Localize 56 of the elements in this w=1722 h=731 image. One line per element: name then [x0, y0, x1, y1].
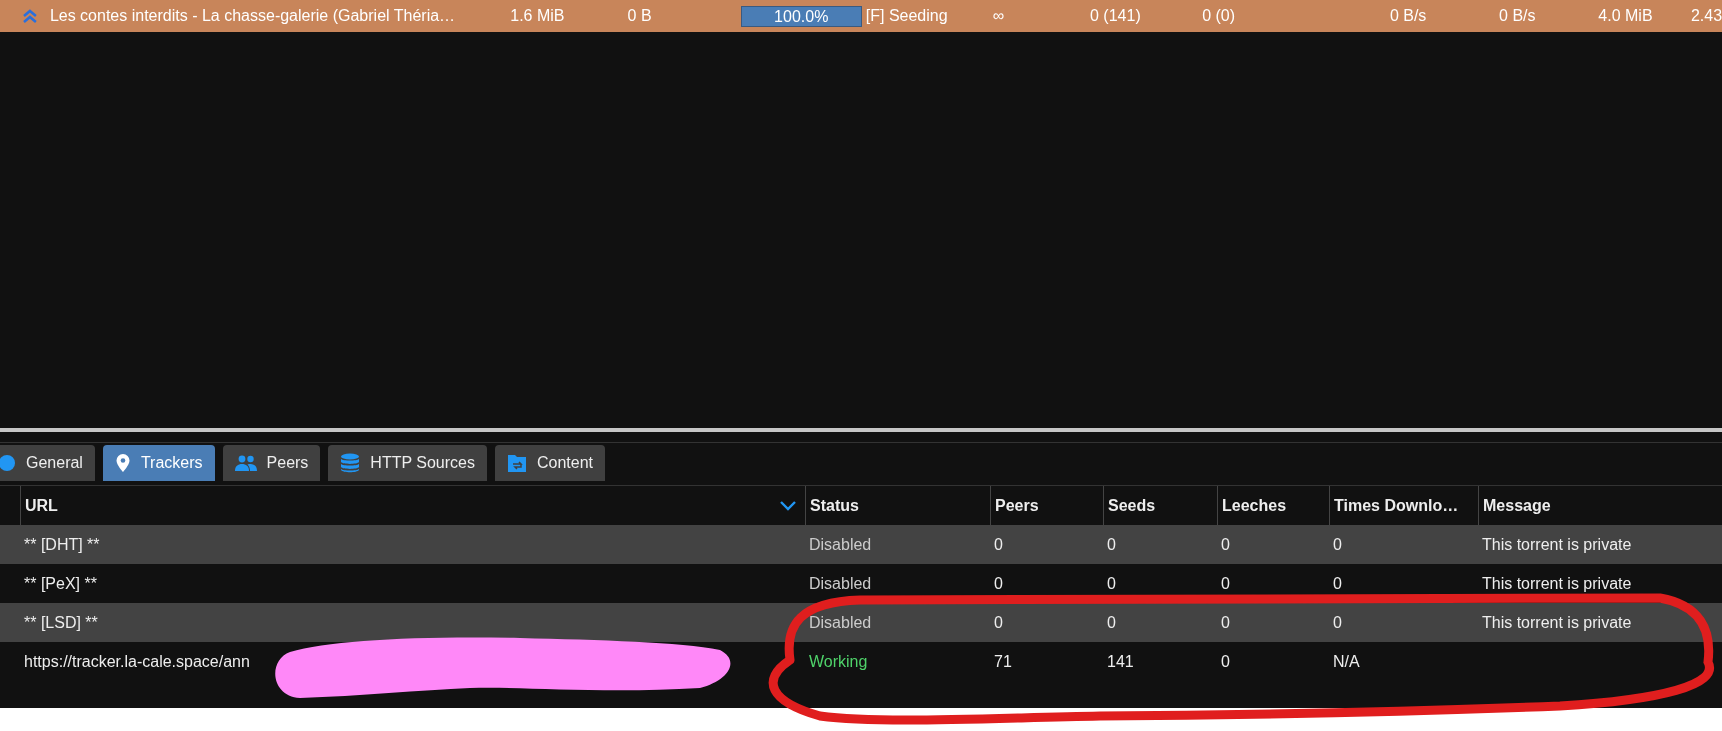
chevron-down-icon	[780, 501, 796, 511]
tracker-row[interactable]: ** [DHT] ** Disabled 0 0 0 0 This torrent is private	[0, 525, 1722, 564]
double-chevron-icon	[22, 8, 38, 24]
status-cell-text: Disabled	[808, 573, 873, 594]
message-cell-text: This torrent is private	[1481, 573, 1633, 594]
seeds-text: 0 (141)	[1090, 7, 1142, 25]
remaining-text: 0 B	[627, 7, 653, 25]
url-cell: ** [DHT] **	[24, 535, 100, 554]
peers-cell-text: 71	[993, 651, 1013, 672]
times-downloaded-cell-text: 0	[1332, 534, 1343, 555]
peers-cell-text: 0	[993, 612, 1004, 633]
tab[interactable]: General	[0, 445, 95, 481]
status-cell-text: Disabled	[808, 534, 873, 555]
upload-speed: 0 B/s	[1498, 7, 1536, 25]
people-icon	[234, 455, 257, 471]
ratio-text: 2.43	[1689, 7, 1722, 25]
url-cell: ** [LSD] **	[24, 613, 98, 632]
download-speed: 0 B/s	[1388, 7, 1427, 25]
uploaded-text: 4.0 MiB	[1597, 7, 1653, 25]
url-cell: https://tracker.la-cale.space/ann	[24, 652, 250, 671]
location-pin-icon	[114, 453, 131, 473]
size-text: 1.6 MiB	[510, 7, 566, 25]
database-icon	[340, 453, 361, 473]
tracker-row[interactable]: ** [LSD] ** Disabled 0 0 0 0 This torrent is private	[0, 603, 1722, 642]
times-downloaded-cell-text: N/A	[1332, 651, 1361, 672]
eta-text: ∞	[992, 7, 1006, 25]
folder-icon	[507, 453, 527, 473]
status-cell-text: Disabled	[808, 612, 873, 633]
times-downloaded-cell-text: 0	[1332, 612, 1343, 633]
torrent-name: Les contes interdits - La chasse-galerie (Gabriel Théria…	[49, 7, 457, 25]
leeches-cell-text: 0	[1220, 573, 1231, 594]
leeches-cell-text: 0	[1220, 612, 1231, 633]
message-cell-text: This torrent is private	[1481, 612, 1633, 633]
status-cell-text: Working	[808, 651, 869, 672]
tab[interactable]: Peers	[222, 445, 321, 481]
seeds-cell-text: 0	[1106, 612, 1117, 633]
status-text: [F] Seeding	[865, 7, 949, 25]
leeches-cell-text: 0	[1220, 651, 1231, 672]
info-icon	[0, 454, 16, 472]
leeches-cell-text: 0	[1220, 534, 1231, 555]
url-cell: ** [PeX] **	[24, 574, 97, 593]
seeds-cell-text: 141	[1106, 651, 1135, 672]
tab[interactable]: HTTP Sources	[328, 445, 487, 481]
peers-text: 0 (0)	[1202, 7, 1237, 25]
seeds-cell-text: 0	[1106, 534, 1117, 555]
peers-cell-text: 0	[993, 534, 1004, 555]
progress-text: 100.0%	[773, 6, 830, 26]
tracker-row[interactable]: ** [PeX] ** Disabled 0 0 0 0 This torrent is private	[0, 564, 1722, 603]
peers-cell-text: 0	[993, 573, 1004, 594]
times-downloaded-cell-text: 0	[1332, 573, 1343, 594]
tab[interactable]: Trackers	[102, 445, 215, 481]
tab[interactable]: Content	[495, 445, 606, 481]
message-cell-text: This torrent is private	[1481, 534, 1633, 555]
seeds-cell-text: 0	[1106, 573, 1117, 594]
tracker-row[interactable]: https://tracker.la-cale.space/ann Working 71 141 0 N/A	[0, 642, 1722, 681]
torrent-row[interactable]: Les contes interdits - La chasse-galerie (Gabriel Théria… 1.6 MiB 0 B 100.0% [F] Seeding ∞ 0 (141) 0 (0) 0 B/s 0 B/s 4.0 MiB 2.43	[0, 0, 1722, 32]
